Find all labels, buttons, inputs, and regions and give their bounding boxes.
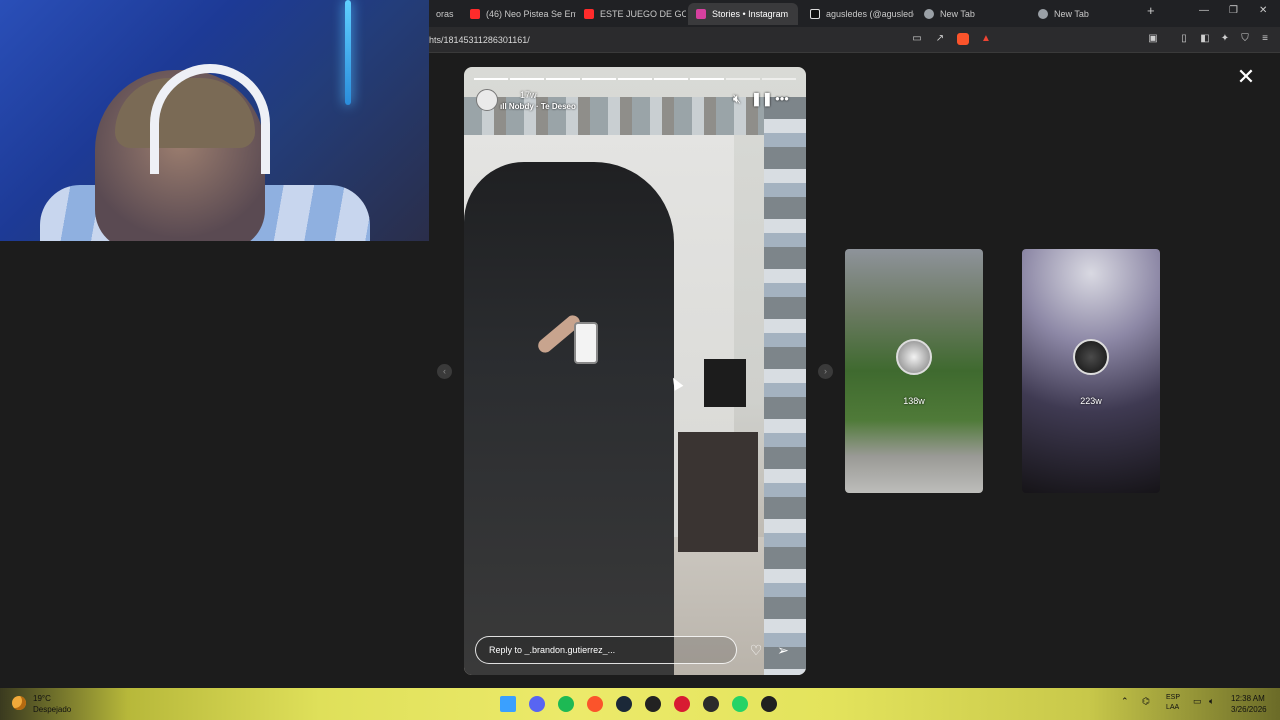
music-bars-icon: ıll <box>500 102 509 111</box>
preview-avatar <box>896 339 932 375</box>
brave-rewards-icon[interactable]: ▲ <box>980 33 992 45</box>
reply-field[interactable] <box>475 636 737 664</box>
close-window-button[interactable]: ✕ <box>1259 5 1267 16</box>
story-phone <box>574 322 598 364</box>
brave-shield-icon <box>924 9 934 19</box>
spotify-icon[interactable] <box>558 696 574 712</box>
progress-segment <box>726 78 760 80</box>
story-avatar[interactable] <box>476 89 498 111</box>
music-label: Nobdy · Te Deseo <box>508 102 576 111</box>
sidebar-icon[interactable]: ▯ <box>1178 33 1190 45</box>
wallet-icon[interactable]: ◧ <box>1199 33 1211 45</box>
prev-story-button[interactable]: ‹ <box>437 364 452 379</box>
tray-chevron-icon[interactable]: ⌃ <box>1121 696 1129 707</box>
tab-instagram-stories[interactable]: Stories • Instagram ✕ <box>688 3 798 25</box>
led-light <box>345 0 351 105</box>
progress-segment <box>654 78 688 80</box>
tab-label: agusledes (@agusledes <box>826 9 914 19</box>
story-progress <box>474 78 796 81</box>
chrome-icon[interactable] <box>645 696 661 712</box>
progress-segment <box>690 78 724 80</box>
keyboard-layout[interactable]: LAA <box>1166 704 1179 711</box>
tab-oras[interactable]: oras <box>428 3 466 25</box>
tab-youtube-golf[interactable]: ESTE JUEGO DE GOLF / <box>576 3 686 25</box>
screenshot-icon[interactable]: ▣ <box>1147 33 1159 45</box>
progress-segment <box>618 78 652 80</box>
webcam-overlay <box>0 0 429 241</box>
brave-shield-icon <box>1038 9 1048 19</box>
tab-label: Stories • Instagram <box>712 9 789 19</box>
sticker-frame-side <box>764 97 806 675</box>
discord-icon[interactable] <box>529 696 545 712</box>
story-media[interactable] <box>464 67 806 675</box>
clock-time[interactable]: 12:38 AM <box>1231 694 1265 703</box>
youtube-icon <box>470 9 480 19</box>
tab-new-tab-2[interactable]: New Tab <box>1030 3 1142 25</box>
mute-icon[interactable]: 🔇︎ <box>729 91 745 107</box>
files-icon[interactable] <box>703 696 719 712</box>
story-tv <box>704 359 746 407</box>
language-code[interactable]: ESP <box>1166 694 1180 701</box>
tab-label: ESTE JUEGO DE GOLF / <box>600 9 686 19</box>
new-tab-button[interactable]: + <box>1147 3 1155 18</box>
youtube-icon <box>584 9 594 19</box>
red-app-icon[interactable] <box>674 696 690 712</box>
whatsapp-icon[interactable] <box>732 696 748 712</box>
tab-label: oras <box>436 9 454 19</box>
story-time: 17w <box>520 90 537 100</box>
close-viewer-icon[interactable]: ✕ <box>1236 66 1256 88</box>
progress-segment <box>762 78 796 80</box>
share-page-icon[interactable]: ↗ <box>934 33 946 45</box>
clock-date[interactable]: 3/26/2026 <box>1231 705 1267 714</box>
more-icon[interactable]: ••• <box>774 91 790 107</box>
next-story-preview-2[interactable]: 223w <box>1022 249 1160 493</box>
tiktok-icon <box>810 9 820 19</box>
progress-segment <box>510 78 544 80</box>
network-icon[interactable]: ⌬ <box>1142 696 1150 707</box>
tab-label: New Tab <box>940 9 975 19</box>
preview-time: 223w <box>1080 396 1102 406</box>
reply-input[interactable] <box>476 637 736 663</box>
cast-icon[interactable]: ▭ <box>911 33 923 45</box>
story-header: 17w ıll Nobdy · Te Deseo 🔇︎ ❚❚ ••• <box>474 89 798 113</box>
preview-time: 138w <box>903 396 925 406</box>
screen: oras (46) Neo Pistea Se Enfr ESTE JUEGO … <box>0 0 1280 720</box>
steam-icon[interactable] <box>616 696 632 712</box>
progress-segment <box>474 78 508 80</box>
weather-temperature: 19°C <box>33 694 51 703</box>
vpn-icon[interactable]: ⛉ <box>1239 33 1251 45</box>
progress-segment <box>582 78 616 80</box>
next-story-button[interactable]: › <box>818 364 833 379</box>
instagram-icon <box>696 9 706 19</box>
g-app-icon[interactable] <box>761 696 777 712</box>
start-icon[interactable] <box>500 696 516 712</box>
tab-youtube-neo-pistea[interactable]: (46) Neo Pistea Se Enfr <box>462 3 576 25</box>
headset <box>150 64 270 174</box>
maximize-button[interactable]: ❐ <box>1229 5 1238 16</box>
address-bar[interactable]: hts/18145311286301161/ <box>429 35 530 45</box>
pause-icon[interactable]: ❚❚ <box>751 91 773 107</box>
story-person <box>464 162 674 675</box>
volume-icon[interactable]: 🔈︎ <box>1209 696 1214 707</box>
brave-shields-icon[interactable] <box>957 33 969 45</box>
menu-icon[interactable]: ≡ <box>1259 33 1271 45</box>
weather-condition: Despejado <box>33 705 72 714</box>
weather-moon-icon[interactable] <box>12 696 26 710</box>
brave-icon[interactable] <box>587 696 603 712</box>
preview-avatar <box>1073 339 1109 375</box>
next-story-preview-1[interactable]: 138w <box>845 249 983 493</box>
leo-ai-icon[interactable]: ✦ <box>1219 33 1231 45</box>
progress-segment <box>546 78 580 80</box>
tab-label: (46) Neo Pistea Se Enfr <box>486 9 576 19</box>
share-icon[interactable]: ➢ <box>774 641 792 659</box>
tab-new-tab-1[interactable]: New Tab <box>916 3 1028 25</box>
heart-icon[interactable]: ♡ <box>747 641 765 659</box>
story-music[interactable]: ıll Nobdy · Te Deseo <box>500 102 576 111</box>
display-icon[interactable]: ▭ <box>1193 696 1202 707</box>
tab-label: New Tab <box>1054 9 1089 19</box>
minimize-button[interactable]: — <box>1199 5 1209 16</box>
tab-tiktok-agusledes[interactable]: agusledes (@agusledes <box>802 3 914 25</box>
story-cabinet <box>678 432 758 552</box>
taskbar: 19°C Despejado ⌃ ⌬ ESP LAA ▭ 🔈︎ 12:38 AM… <box>0 688 1280 720</box>
